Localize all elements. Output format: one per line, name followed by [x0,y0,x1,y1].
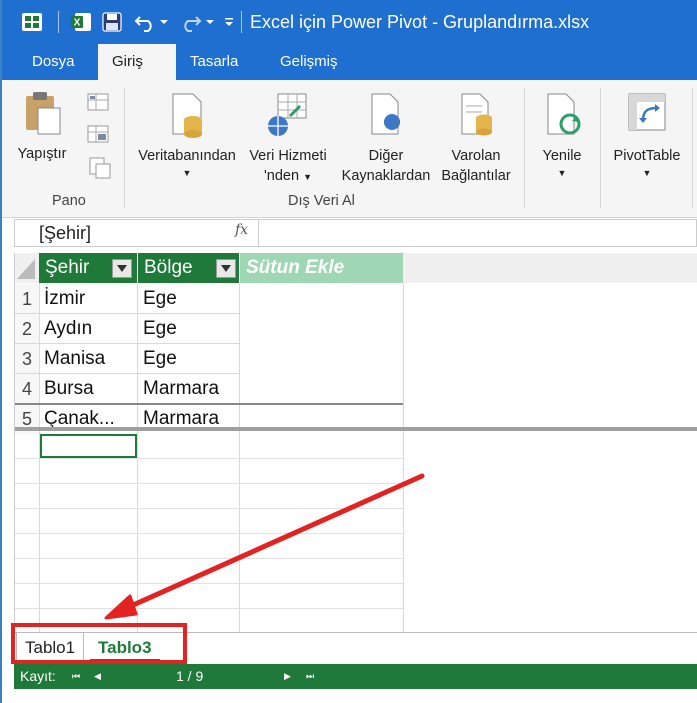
power-pivot-window: X Excel için Power Pivot - Gruplandırma.… [0,0,697,703]
annotation-arrow [104,473,425,620]
